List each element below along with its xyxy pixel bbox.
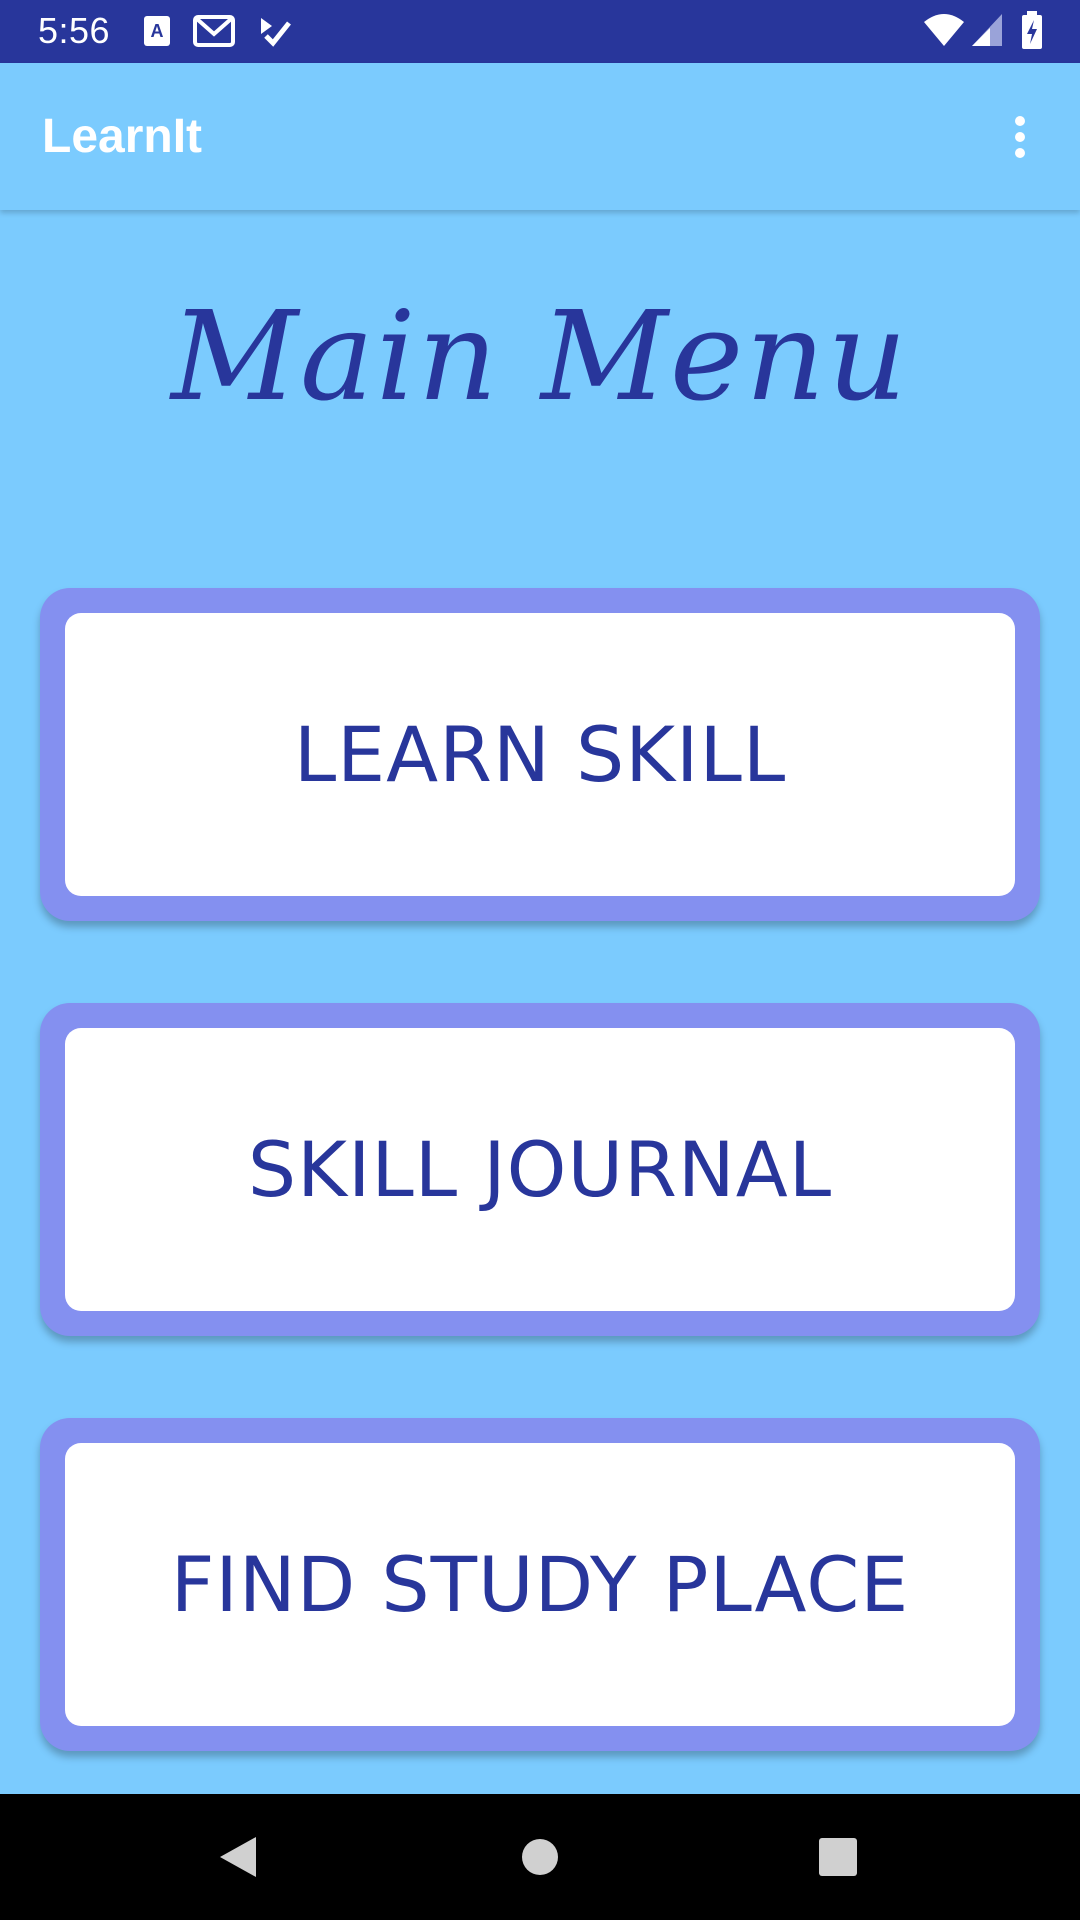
app-bar: LearnIt bbox=[0, 63, 1080, 210]
navigation-bar bbox=[0, 1794, 1080, 1920]
back-button[interactable] bbox=[178, 1794, 298, 1920]
skill-journal-button[interactable]: SKILL JOURNAL bbox=[40, 1003, 1040, 1336]
battery-charging-icon bbox=[1020, 10, 1044, 54]
more-vert-icon bbox=[1015, 116, 1025, 126]
back-icon bbox=[220, 1837, 256, 1877]
recents-icon bbox=[819, 1838, 857, 1876]
font-download-icon: A bbox=[143, 14, 171, 52]
status-time: 5:56 bbox=[38, 10, 111, 51]
learn-skill-label: LEARN SKILL bbox=[293, 710, 787, 799]
svg-text:A: A bbox=[151, 21, 164, 41]
wifi-icon bbox=[922, 12, 966, 52]
home-button[interactable] bbox=[480, 1794, 600, 1920]
more-options-button[interactable] bbox=[990, 107, 1050, 167]
learn-skill-button[interactable]: LEARN SKILL bbox=[40, 588, 1040, 921]
task-check-icon bbox=[258, 14, 292, 52]
screen: 5:56 A LearnIt Main Menu LEARN SKILL SKI… bbox=[0, 0, 1080, 1920]
page-title: Main Menu bbox=[171, 285, 909, 429]
recents-button[interactable] bbox=[778, 1794, 898, 1920]
home-icon bbox=[522, 1839, 558, 1875]
gmail-icon bbox=[193, 14, 235, 52]
app-title: LearnIt bbox=[42, 110, 203, 163]
find-study-place-button[interactable]: FIND STUDY PLACE bbox=[40, 1418, 1040, 1751]
find-study-place-label: FIND STUDY PLACE bbox=[170, 1540, 910, 1629]
skill-journal-label: SKILL JOURNAL bbox=[247, 1125, 833, 1214]
status-bar: 5:56 A bbox=[0, 0, 1080, 63]
cell-signal-icon bbox=[970, 12, 1004, 52]
